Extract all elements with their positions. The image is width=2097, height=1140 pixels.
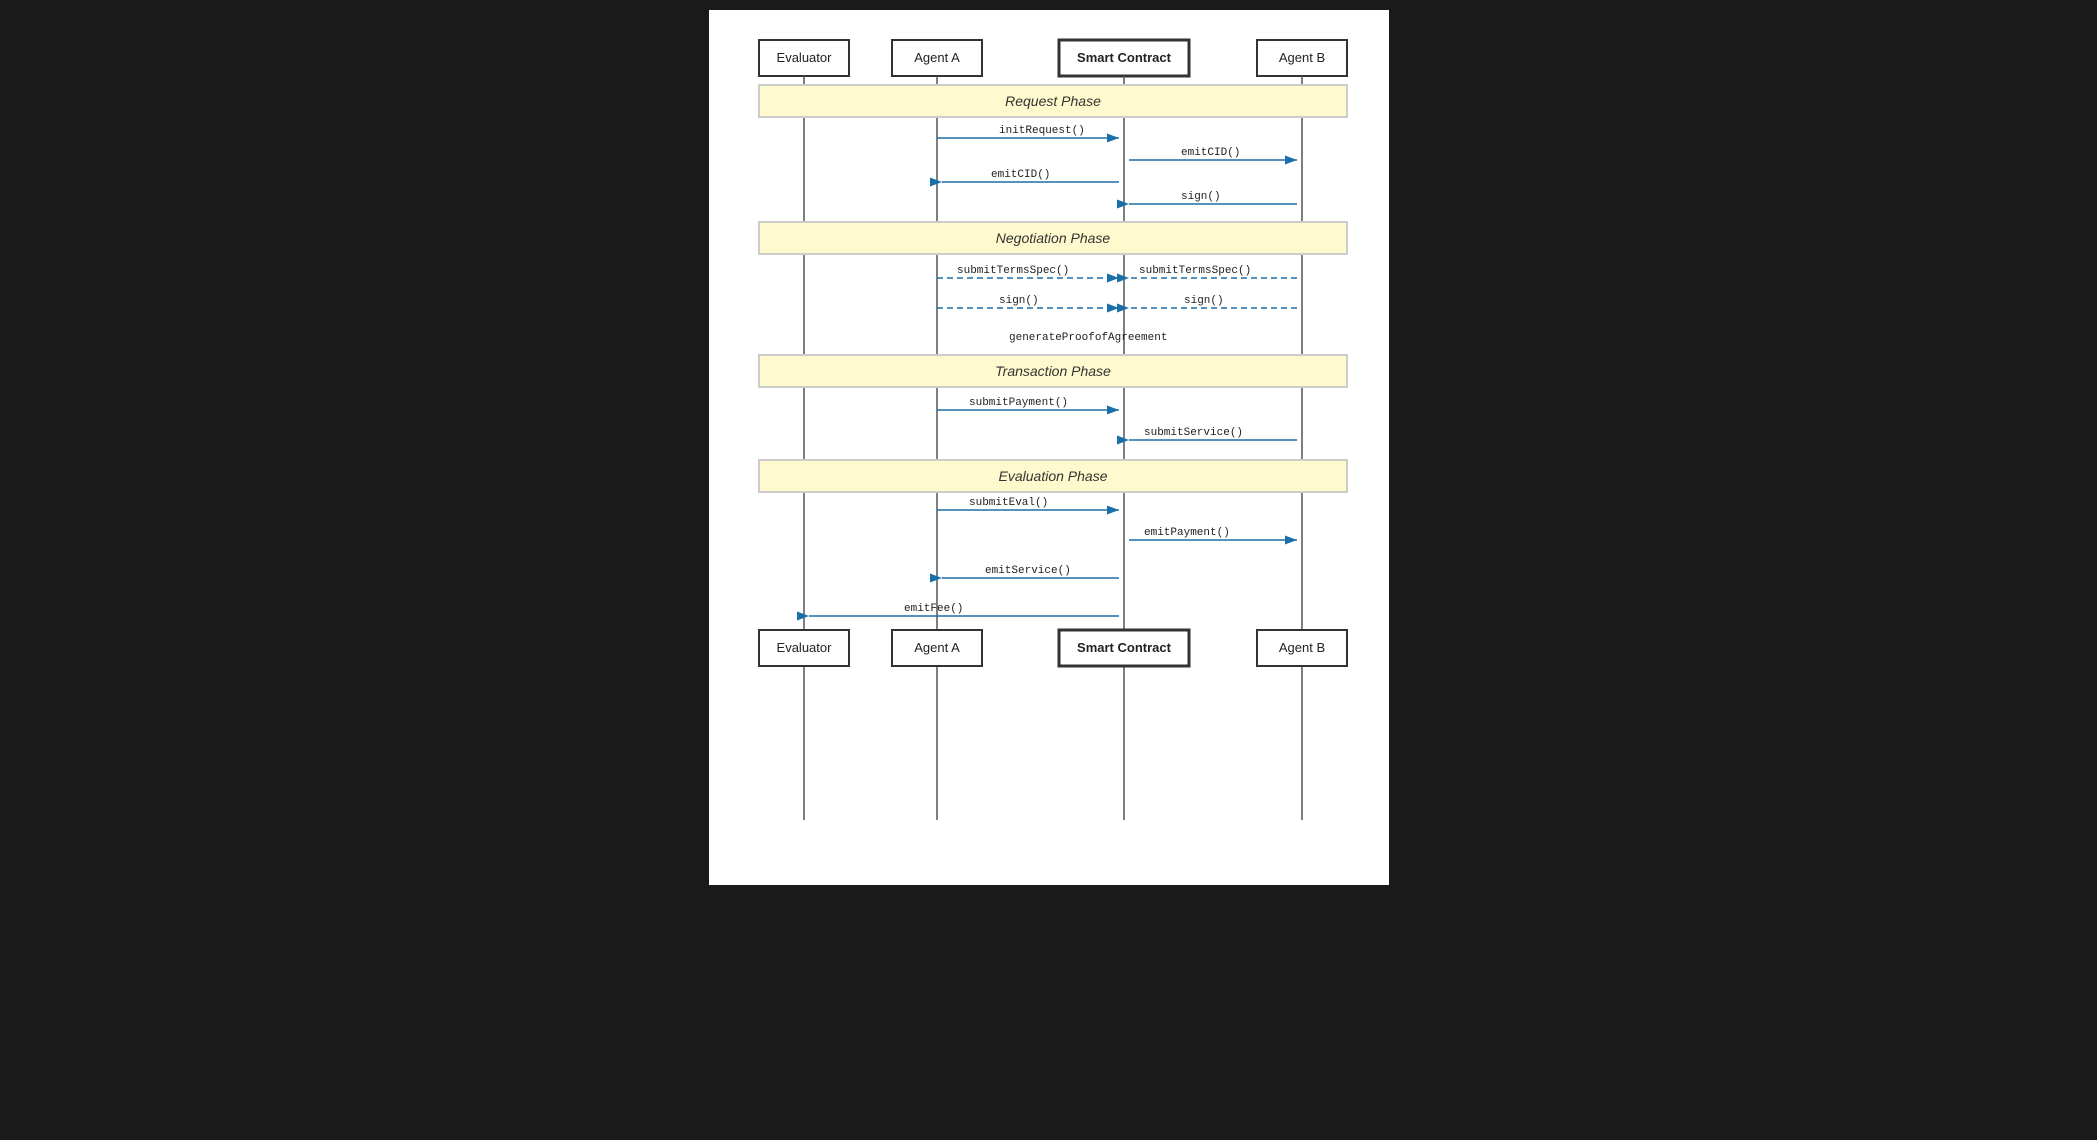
top-evaluator-label: Evaluator (776, 50, 832, 65)
top-agentA-label: Agent A (914, 50, 960, 65)
sign-agenta-label: sign() (999, 295, 1039, 307)
emitpayment-label: emitPayment() (1144, 527, 1230, 539)
bottom-evaluator-label: Evaluator (776, 640, 832, 655)
emitfee-label: emitFee() (904, 603, 963, 615)
initrequest-label: initRequest() (999, 125, 1085, 137)
request-phase-label: Request Phase (1005, 93, 1101, 109)
bottom-agentA-label: Agent A (914, 640, 960, 655)
generateproof-label: generateProofofAgreement (1009, 332, 1167, 344)
evaluation-phase-label: Evaluation Phase (998, 468, 1107, 484)
submittermsspec-agenta-label: submitTermsSpec() (957, 265, 1069, 277)
emitservice-label: emitService() (985, 565, 1071, 577)
top-agentB-label: Agent B (1278, 50, 1324, 65)
sign-agentb-label: sign() (1184, 295, 1224, 307)
top-smartcontract-label: Smart Contract (1077, 50, 1172, 65)
sign-request-label: sign() (1181, 191, 1221, 203)
negotiation-phase-label: Negotiation Phase (995, 230, 1110, 246)
bottom-agentB-label: Agent B (1278, 640, 1324, 655)
submitpayment-label: submitPayment() (969, 397, 1068, 409)
transaction-phase-label: Transaction Phase (995, 363, 1111, 379)
diagram-container: Evaluator Agent A Smart Contract Agent B… (709, 10, 1389, 885)
bottom-smartcontract-label: Smart Contract (1077, 640, 1172, 655)
sequence-diagram: Evaluator Agent A Smart Contract Agent B… (729, 30, 1389, 860)
emitcid-agenta-label: emitCID() (991, 169, 1050, 181)
submiteval-label: submitEval() (969, 497, 1048, 509)
submittermsspec-agentb-label: submitTermsSpec() (1139, 265, 1251, 277)
emitcid-agentb-label: emitCID() (1181, 147, 1240, 159)
submitservice-label: submitService() (1144, 427, 1243, 439)
